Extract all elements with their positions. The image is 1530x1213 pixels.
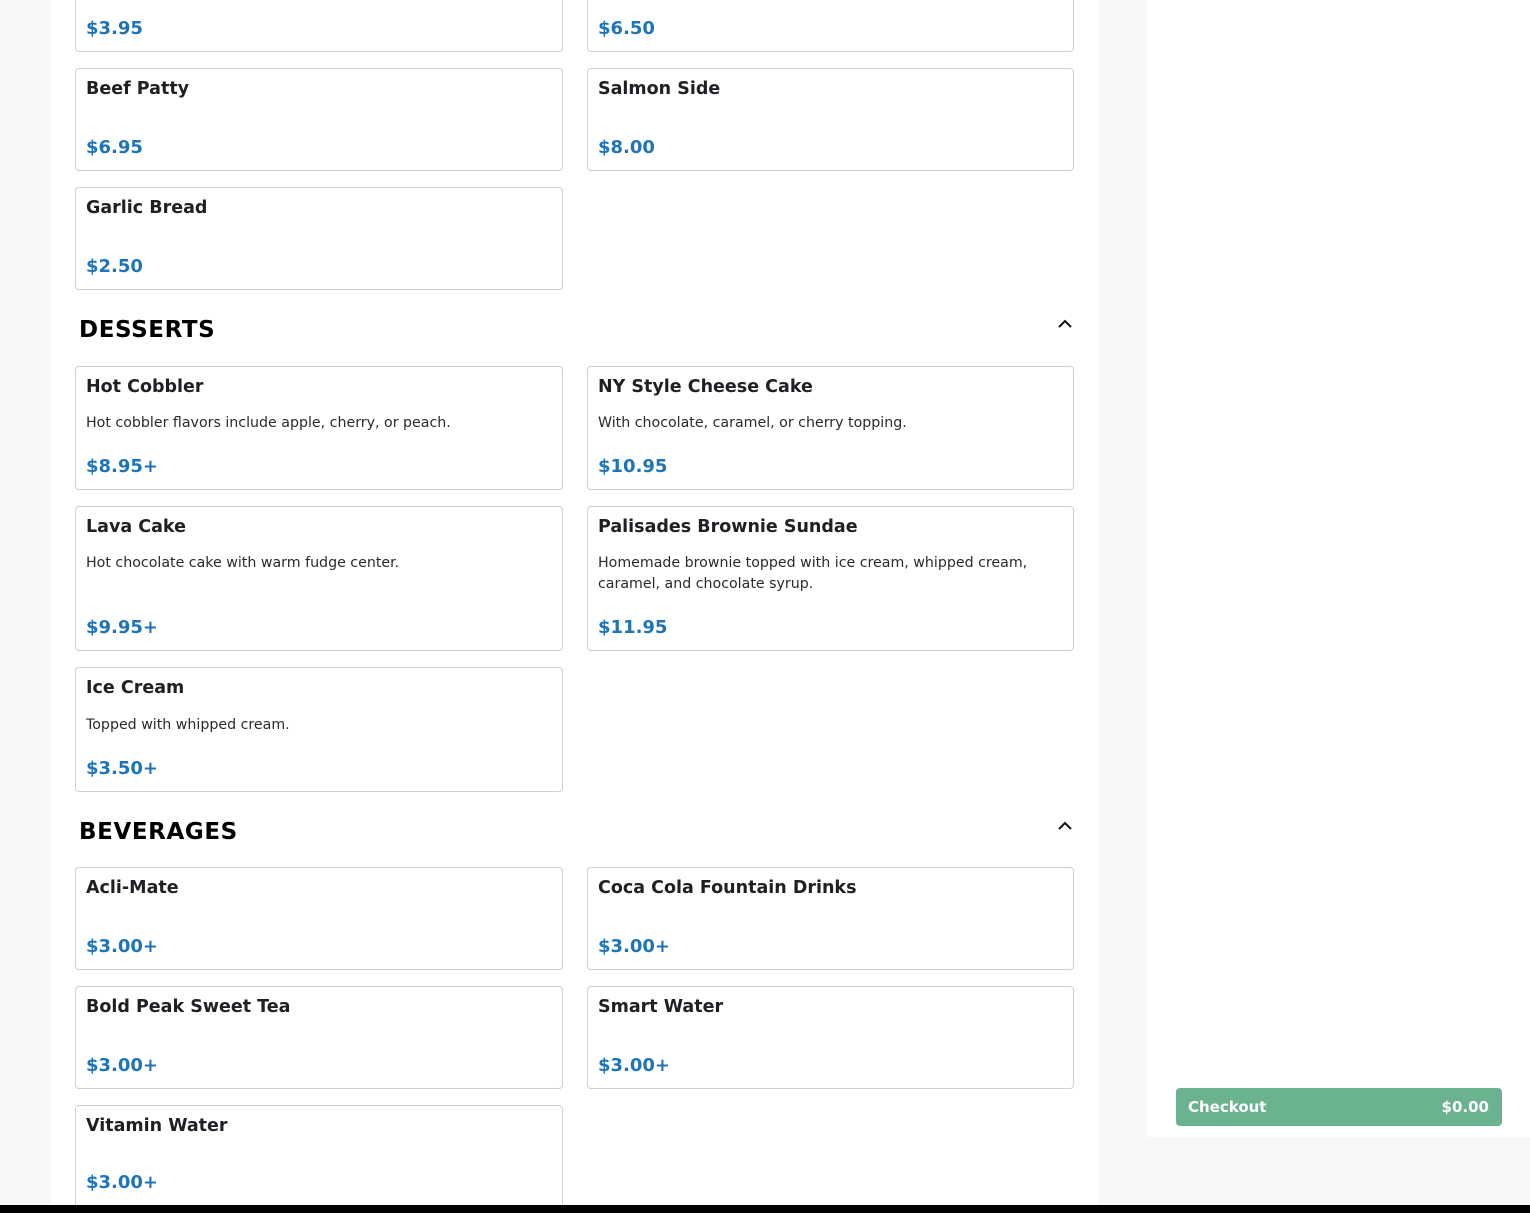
menu-item-card[interactable]: Acli-Mate $3.00+ [75, 867, 563, 970]
menu-item-title: Salmon Side [598, 79, 721, 99]
menu-item-card[interactable]: Salmon Side $8.00 [587, 68, 1074, 171]
section-title-desserts: DESSERTS [79, 317, 216, 343]
menu-item-title: NY Style Cheese Cake [598, 377, 813, 397]
menu-item-title: Garlic Bread [86, 198, 208, 218]
menu-item-price: $2.50 [86, 256, 143, 277]
menu-item-price: $3.00+ [598, 936, 671, 957]
chevron-up-icon[interactable] [1055, 316, 1075, 332]
menu-item-price: $11.95 [598, 617, 668, 638]
menu-item-description: Hot cobbler flavors include apple, cherr… [86, 415, 451, 431]
menu-item-description: Topped with whipped cream. [86, 717, 290, 733]
menu-item-price: $8.95+ [86, 456, 159, 477]
menu-item-card[interactable]: Hot Cobbler Hot cobbler flavors include … [75, 366, 563, 490]
menu-item-title: Ice Cream [86, 678, 185, 698]
menu-item-title: Beef Patty [86, 79, 190, 99]
menu-item-title: Hot Cobbler [86, 377, 204, 397]
menu-item-price: $10.95 [598, 456, 668, 477]
menu-item-card[interactable]: Coca Cola Fountain Drinks $3.00+ [587, 867, 1074, 970]
menu-item-card[interactable]: Ice Cream Topped with whipped cream. $3.… [75, 667, 563, 792]
menu-item-title: Lava Cake [86, 517, 186, 537]
menu-item-card[interactable]: Garlic Bread $2.50 [75, 187, 563, 290]
menu-item-card[interactable]: Smart Water $3.00+ [587, 986, 1074, 1089]
menu-item-title: Smart Water [598, 997, 724, 1017]
menu-item-card[interactable]: Beef Patty $6.95 [75, 68, 563, 171]
menu-item-price: $3.00+ [598, 1055, 671, 1076]
menu-item-title: Vitamin Water [86, 1116, 228, 1136]
menu-item-card[interactable]: $3.95 [75, 0, 563, 52]
cart-panel [1147, 0, 1530, 1137]
menu-item-price: $3.95 [86, 18, 143, 39]
cart-total: $0.00 [1441, 1098, 1489, 1116]
chevron-up-icon[interactable] [1055, 818, 1075, 834]
menu-item-description: Homemade brownie topped with ice cream, … [598, 555, 1028, 592]
menu-item-card[interactable]: Lava Cake Hot chocolate cake with warm f… [75, 506, 563, 651]
menu-item-card[interactable]: $6.50 [587, 0, 1074, 52]
menu-item-title: Coca Cola Fountain Drinks [598, 878, 857, 898]
menu-item-card[interactable]: NY Style Cheese Cake With chocolate, car… [587, 366, 1074, 490]
menu-item-title: Bold Peak Sweet Tea [86, 997, 291, 1017]
menu-item-title: Palisades Brownie Sundae [598, 517, 858, 537]
menu-item-title: Acli-Mate [86, 878, 179, 898]
menu-item-card[interactable]: Palisades Brownie Sundae Homemade browni… [587, 506, 1074, 651]
menu-item-price: $3.00+ [86, 936, 159, 957]
checkout-label: Checkout [1188, 1098, 1267, 1116]
menu-item-card[interactable]: Vitamin Water $3.00+ [75, 1105, 563, 1209]
menu-item-price: $9.95+ [86, 617, 159, 638]
section-title-beverages: BEVERAGES [79, 819, 238, 845]
window-bottom-edge [0, 1205, 1530, 1213]
menu-item-price: $3.50+ [86, 758, 159, 779]
checkout-button[interactable]: Checkout $0.00 [1176, 1088, 1502, 1126]
menu-item-description: Hot chocolate cake with warm fudge cente… [86, 555, 400, 571]
menu-item-description: With chocolate, caramel, or cherry toppi… [598, 415, 907, 431]
menu-item-price: $6.95 [86, 137, 143, 158]
menu-item-price: $6.50 [598, 18, 655, 39]
menu-page: $3.95 $6.50 Beef Patty $6.95 Salmon Side… [0, 0, 1530, 1213]
menu-item-price: $8.00 [598, 137, 655, 158]
menu-item-price: $3.00+ [86, 1172, 159, 1193]
menu-item-card[interactable]: Bold Peak Sweet Tea $3.00+ [75, 986, 563, 1089]
menu-item-price: $3.00+ [86, 1055, 159, 1076]
